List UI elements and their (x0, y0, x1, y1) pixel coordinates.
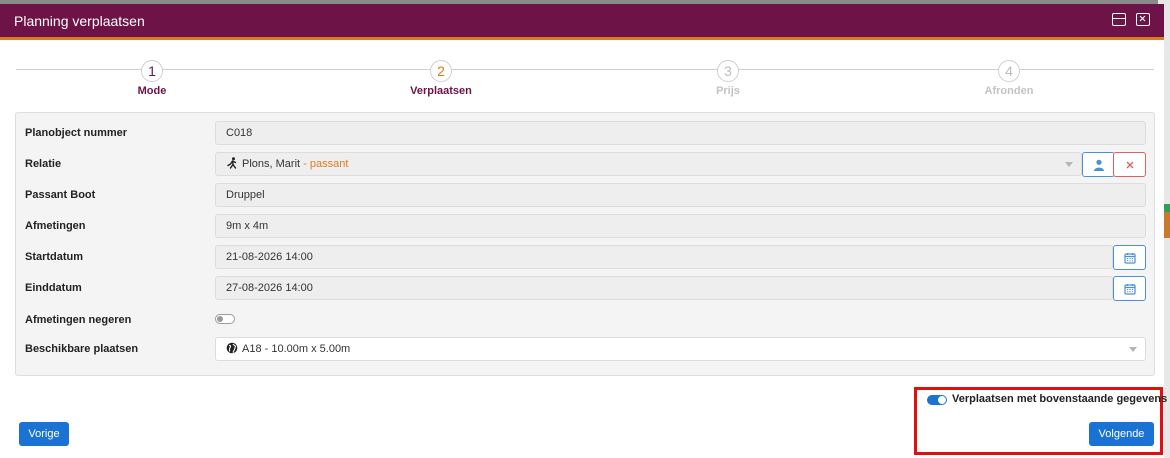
step-verplaatsen[interactable]: 2 Verplaatsen (381, 60, 501, 97)
user-icon (1094, 159, 1104, 171)
einddatum-label: Einddatum (25, 282, 82, 294)
step-label: Prijs (716, 85, 740, 97)
relatie-user-button[interactable] (1082, 152, 1115, 177)
startdatum-calendar-button[interactable] (1113, 245, 1146, 270)
close-icon[interactable] (1136, 13, 1150, 26)
chevron-down-icon (1129, 347, 1137, 352)
prev-button[interactable]: Vorige (19, 422, 69, 446)
next-button[interactable]: Volgende (1089, 422, 1154, 446)
step-mode[interactable]: 1 Mode (92, 60, 212, 97)
chevron-down-icon (1065, 162, 1073, 167)
afmetingen-field: 9m x 4m (215, 214, 1146, 238)
relatie-label: Relatie (25, 158, 62, 170)
wizard-stepper: 1 Mode 2 Verplaatsen 3 Prijs 4 Afronden (16, 40, 1154, 102)
plaatsen-value: A18 - 10.00m x 5.00m (242, 343, 351, 355)
move-with-data-toggle[interactable] (927, 395, 947, 405)
row-relatie: Relatie Plons, Marit - passant (16, 152, 1154, 177)
dialog-titlebar: Planning verplaatsen (0, 4, 1164, 37)
relatie-type: - passant (303, 158, 349, 170)
relatie-clear-button[interactable] (1113, 152, 1146, 177)
row-afmetingen-negeren: Afmetingen negeren (16, 308, 1154, 332)
move-form: Planobject nummer C018 Relatie Plons, Ma… (15, 112, 1155, 376)
startdatum-input[interactable]: 21-08-2026 14:00 (215, 245, 1113, 269)
restore-window-icon[interactable] (1112, 13, 1126, 26)
planobject-field: C018 (215, 121, 1146, 145)
startdatum-label: Startdatum (25, 251, 84, 263)
globe-icon (226, 342, 238, 354)
calendar-icon (1124, 253, 1136, 264)
row-beschikbare-plaatsen: Beschikbare plaatsen A18 - 10.00m x 5.00… (16, 337, 1154, 361)
step-number: 3 (717, 60, 739, 82)
relatie-select[interactable]: Plons, Marit - passant (215, 152, 1082, 176)
einddatum-input[interactable]: 27-08-2026 14:00 (215, 276, 1113, 300)
step-afronden[interactable]: 4 Afronden (949, 60, 1069, 97)
afmetingen-label: Afmetingen (25, 220, 86, 232)
afmetingen-negeren-toggle[interactable] (215, 314, 235, 324)
row-einddatum: Einddatum 27-08-2026 14:00 (16, 276, 1154, 301)
afmetingen-negeren-label: Afmetingen negeren (25, 314, 132, 326)
step-label: Mode (137, 85, 167, 97)
row-planobject: Planobject nummer C018 (16, 121, 1154, 145)
einddatum-calendar-button[interactable] (1113, 276, 1146, 301)
row-afmetingen: Afmetingen 9m x 4m (16, 214, 1154, 238)
row-passant-boot: Passant Boot Druppel (16, 183, 1154, 207)
move-with-data-label: Verplaatsen met bovenstaande gegevens (952, 393, 1168, 405)
dialog-title: Planning verplaatsen (14, 12, 145, 29)
close-icon (1126, 161, 1134, 169)
planobject-label: Planobject nummer (25, 127, 128, 139)
row-startdatum: Startdatum 21-08-2026 14:00 (16, 245, 1154, 270)
passant-boot-field: Druppel (215, 183, 1146, 207)
step-prijs[interactable]: 3 Prijs (668, 60, 788, 97)
step-number: 2 (430, 60, 452, 82)
plaatsen-label: Beschikbare plaatsen (25, 343, 139, 355)
walking-person-icon (227, 157, 237, 169)
step-label: Afronden (984, 85, 1034, 97)
step-number: 1 (141, 60, 163, 82)
relatie-name: Plons, Marit (242, 158, 301, 170)
passant-boot-label: Passant Boot (25, 189, 96, 201)
calendar-icon (1124, 284, 1136, 295)
step-number: 4 (998, 60, 1020, 82)
step-label: Verplaatsen (410, 85, 472, 97)
plaatsen-select[interactable]: A18 - 10.00m x 5.00m (215, 337, 1146, 361)
